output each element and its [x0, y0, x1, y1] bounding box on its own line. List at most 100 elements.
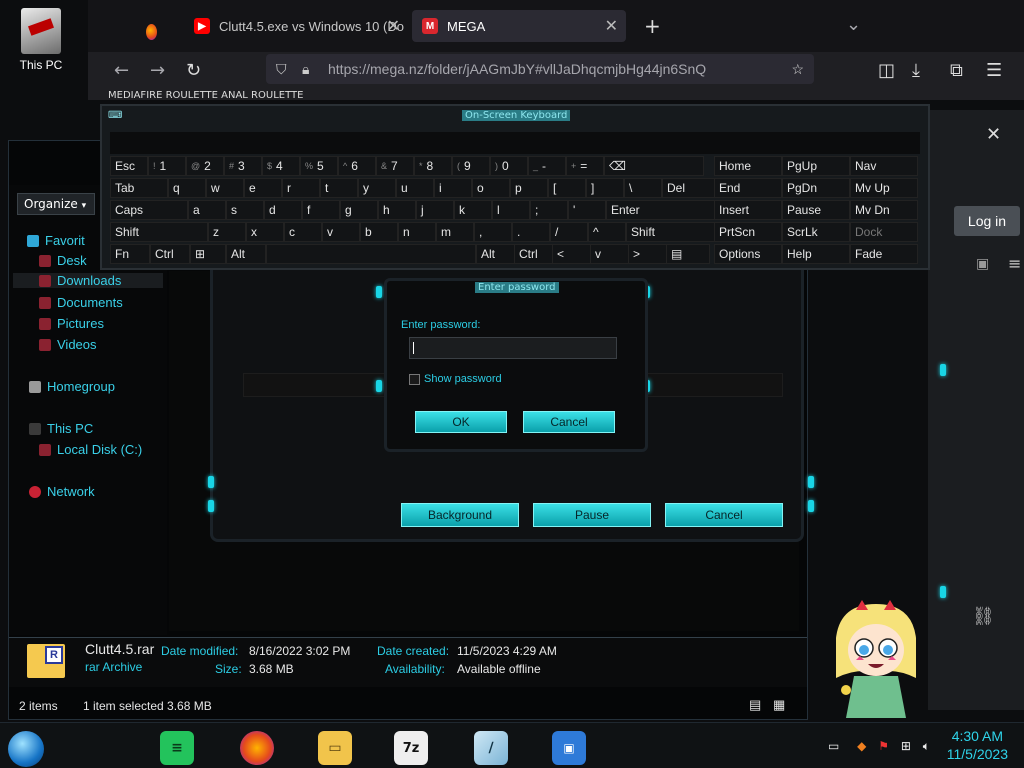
tree-desktop[interactable]: Desk — [39, 253, 87, 268]
new-tab-icon[interactable]: + — [644, 14, 661, 38]
key-m[interactable]: m — [436, 222, 474, 242]
key-[interactable]: ; — [530, 200, 568, 220]
bookmark-star-icon[interactable]: ☆ — [791, 61, 804, 78]
tree-local-disk[interactable]: Local Disk (C:) — [39, 442, 142, 457]
key-a[interactable]: a — [188, 200, 226, 220]
key-del[interactable]: Del — [662, 178, 716, 198]
key-[interactable]: _ - — [528, 156, 566, 176]
key-scrlk[interactable]: ScrLk — [782, 222, 850, 242]
key-fn[interactable]: Fn — [110, 244, 150, 264]
key-6[interactable]: ^ 6 — [338, 156, 376, 176]
key-v[interactable]: v — [322, 222, 360, 242]
reload-icon[interactable]: ↻ — [186, 60, 201, 81]
key-9[interactable]: (9 — [452, 156, 490, 176]
password-input[interactable] — [409, 337, 617, 359]
download-icon[interactable]: ⤓ — [912, 60, 920, 81]
key-7[interactable]: & 7 — [376, 156, 414, 176]
key-alt[interactable]: Alt — [226, 244, 266, 264]
key-1[interactable]: ! 1 — [148, 156, 186, 176]
key-t[interactable]: t — [320, 178, 358, 198]
key-pgdn[interactable]: PgDn — [782, 178, 850, 198]
key-mvup[interactable]: Mv Up — [850, 178, 918, 198]
show-password-checkbox[interactable]: Show password — [409, 373, 502, 385]
key-o[interactable]: o — [472, 178, 510, 198]
key-s[interactable]: s — [226, 200, 264, 220]
tree-documents[interactable]: Documents — [39, 295, 123, 310]
key-w[interactable]: w — [206, 178, 244, 198]
key-b[interactable]: b — [360, 222, 398, 242]
key-[interactable]: . — [512, 222, 550, 242]
spotify-icon[interactable]: ≡ — [160, 731, 194, 765]
key-d[interactable]: d — [264, 200, 302, 220]
key-nav[interactable]: Nav — [850, 156, 918, 176]
key-fade[interactable]: Fade — [850, 244, 918, 264]
notepad-icon[interactable]: ∕ — [474, 731, 508, 765]
tree-favorites[interactable]: Favorit — [27, 233, 85, 248]
key-[interactable]: \ — [624, 178, 662, 198]
key-caps[interactable]: Caps — [110, 200, 188, 220]
key-menu[interactable]: ▤ — [666, 244, 710, 264]
key-y[interactable]: y — [358, 178, 396, 198]
tray-overflow-icon[interactable]: ▭ — [828, 739, 839, 753]
key-shift[interactable]: Shift — [110, 222, 208, 242]
pocket-icon[interactable]: ◫ — [878, 60, 895, 81]
system-clock[interactable]: 4:30 AM 11/5/2023 — [947, 727, 1008, 763]
key-x[interactable]: x — [246, 222, 284, 242]
key-[interactable]: [ — [548, 178, 586, 198]
bookmarks-bar[interactable]: MEDIAFIRE ROULETTE ANAL ROULETTE — [108, 90, 303, 101]
key-0[interactable]: ) 0 — [490, 156, 528, 176]
key-end[interactable]: End — [714, 178, 782, 198]
list-view-icon[interactable]: ≡ — [1008, 254, 1021, 273]
start-button[interactable] — [8, 731, 44, 767]
key-[interactable]: / — [550, 222, 588, 242]
key-e[interactable]: e — [244, 178, 282, 198]
key-u[interactable]: u — [396, 178, 434, 198]
tray-app-icon[interactable]: ◆ — [857, 739, 866, 753]
key-4[interactable]: $4 — [262, 156, 300, 176]
tree-this-pc[interactable]: This PC — [29, 421, 93, 436]
organize-button[interactable]: Organize ▾ — [17, 193, 95, 215]
key-h[interactable]: h — [378, 200, 416, 220]
key-ctrl[interactable]: Ctrl — [150, 244, 190, 264]
key-p[interactable]: p — [510, 178, 548, 198]
key-3[interactable]: #3 — [224, 156, 262, 176]
key-[interactable]: > — [628, 244, 668, 264]
key-l[interactable]: l — [492, 200, 530, 220]
firefox-icon[interactable] — [240, 731, 274, 765]
7zip-icon[interactable]: 7z — [394, 731, 428, 765]
pause-button[interactable]: Pause — [533, 503, 651, 527]
ok-button[interactable]: OK — [415, 411, 507, 433]
tree-pictures[interactable]: Pictures — [39, 316, 104, 331]
key-[interactable]: ] — [586, 178, 624, 198]
key-[interactable]: < — [552, 244, 592, 264]
link-icon[interactable]: ⛓ — [972, 606, 995, 627]
tab-mega[interactable]: M MEGA ✕ — [412, 10, 626, 42]
tree-videos[interactable]: Videos — [39, 337, 97, 352]
key-r[interactable]: r — [282, 178, 320, 198]
cancel-button[interactable]: Cancel — [523, 411, 615, 433]
large-icons-view-icon[interactable]: ▦ — [773, 697, 785, 713]
key-dock[interactable]: Dock — [850, 222, 918, 242]
key-insert[interactable]: Insert — [714, 200, 782, 220]
cancel-button[interactable]: Cancel — [665, 503, 783, 527]
key-c[interactable]: c — [284, 222, 322, 242]
file-explorer-icon[interactable]: ▭ — [318, 731, 352, 765]
background-button[interactable]: Background — [401, 503, 519, 527]
key-esc[interactable]: Esc — [110, 156, 148, 176]
key-prtscn[interactable]: PrtScn — [714, 222, 782, 242]
close-tab-icon[interactable]: ✕ — [387, 16, 400, 36]
forward-icon[interactable]: → — [150, 60, 165, 81]
key-ctrl[interactable]: Ctrl — [514, 244, 554, 264]
network-icon[interactable]: ⊞ — [901, 739, 911, 753]
key-tab[interactable]: Tab — [110, 178, 168, 198]
key-pgup[interactable]: PgUp — [782, 156, 850, 176]
chevron-down-icon[interactable]: ⌄ — [846, 14, 861, 35]
key-help[interactable]: Help — [782, 244, 850, 264]
key-j[interactable]: j — [416, 200, 454, 220]
url-bar[interactable]: ⛉ 🔒︎ https://mega.nz/folder/jAAGmJbY#vll… — [266, 54, 814, 84]
remote-desktop-icon[interactable]: ▣ — [552, 731, 586, 765]
menu-icon[interactable]: ☰ — [986, 60, 1002, 81]
flag-icon[interactable]: ⚑ — [878, 739, 889, 753]
key-space[interactable] — [266, 244, 476, 264]
key-[interactable]: , — [474, 222, 512, 242]
